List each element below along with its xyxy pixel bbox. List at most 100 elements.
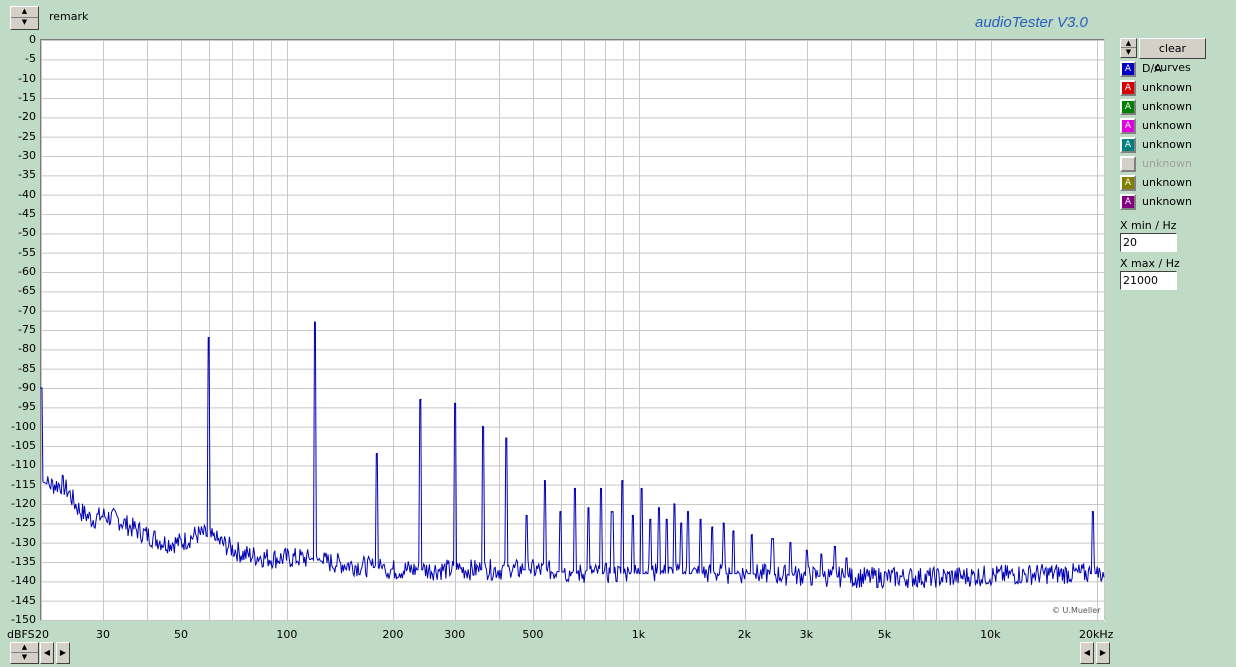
curve-color-swatch[interactable]: A [1120, 194, 1136, 210]
curve-color-swatch[interactable]: A [1120, 61, 1136, 77]
x-min-input[interactable]: 20 [1120, 233, 1177, 252]
harmonic-peak-point [732, 530, 735, 532]
y-tick-label: -55 [18, 245, 36, 259]
y-tick-label: -15 [18, 91, 36, 104]
x-tick-label: 50 [174, 628, 188, 641]
y-tick-label: -70 [18, 303, 36, 317]
y-tick-label: -145 [11, 593, 36, 607]
y-tick-label: -30 [18, 149, 36, 162]
up-arrow-icon[interactable]: ▲ [11, 643, 38, 653]
x-tick-label: 2k [737, 628, 752, 641]
x-min-label: X min / Hz [1120, 219, 1177, 232]
y-tick-label: -110 [11, 458, 36, 472]
harmonic-peak-point [574, 487, 577, 490]
x-tick-label: 1k [631, 628, 646, 641]
curve-color-swatch[interactable]: A [1120, 137, 1136, 153]
up-arrow-icon[interactable]: ▲ [1121, 39, 1136, 48]
harmonic-peak-point [649, 518, 652, 521]
harmonic-peak-point [600, 487, 602, 490]
legend-label: unknown [1142, 157, 1192, 170]
y-tick-label: -40 [18, 187, 36, 201]
left-arrow-icon[interactable]: ◀ [1080, 642, 1094, 664]
harmonic-peak-point [481, 425, 484, 428]
curve-color-swatch[interactable]: A [1120, 80, 1136, 96]
right-arrow-icon[interactable]: ▶ [1096, 642, 1110, 664]
down-arrow-icon[interactable]: ▼ [11, 653, 38, 663]
harmonic-peak-point [611, 510, 613, 513]
harmonic-peak-point [711, 526, 714, 528]
y-tick-label: -65 [18, 284, 36, 298]
harmonic-peak-point [543, 480, 546, 482]
y-tick-label: -125 [11, 516, 36, 530]
harmonic-peak-point [658, 507, 660, 509]
y-tick-label: -50 [18, 226, 36, 240]
legend-label: unknown [1142, 176, 1192, 189]
y-tick-label: -100 [11, 419, 36, 433]
curve-color-swatch[interactable]: A [1120, 175, 1136, 191]
spectrum-chart [40, 40, 1105, 621]
x-tick-label: 20 [35, 628, 49, 641]
legend-label: unknown [1142, 81, 1192, 94]
curve-color-swatch[interactable] [1120, 156, 1136, 172]
harmonic-peak-point [40, 387, 42, 389]
harmonic-peak-point [680, 522, 683, 525]
left-arrow-icon[interactable]: ◀ [40, 642, 54, 664]
y-tick-label: 0 [29, 33, 36, 46]
harmonic-peak-point [208, 336, 210, 339]
legend-label: unknown [1142, 100, 1192, 113]
harmonic-peak-point [673, 503, 675, 505]
harmonic-peak-point [375, 452, 378, 455]
x-tick-label: 3k [799, 628, 814, 641]
y-tick-label: -35 [18, 168, 36, 182]
harmonic-peak-point [665, 518, 668, 521]
curve-spinner[interactable]: ▲ ▼ [1120, 38, 1137, 58]
y-tick-label: -60 [18, 265, 36, 278]
credit-text: © U.Mueller [1052, 606, 1101, 615]
y-scale-spinner[interactable]: ▲ ▼ [10, 642, 39, 664]
y-tick-label: -150 [11, 613, 36, 626]
legend-label: D/A [1142, 62, 1162, 75]
harmonic-peak-point [631, 514, 634, 517]
harmonic-peak-point [1091, 510, 1094, 513]
x-tick-label: 30 [95, 628, 110, 641]
legend-label: unknown [1142, 195, 1192, 208]
harmonic-peak-point [621, 480, 624, 482]
harmonic-peak-point [587, 507, 590, 509]
y-tick-label: -85 [18, 361, 36, 375]
y-tick-label: -135 [11, 555, 36, 568]
x-tick-label: 20kHz [1079, 628, 1114, 641]
harmonic-peak-point [699, 518, 702, 521]
y-tick-label: -75 [18, 323, 36, 336]
y-tick-label: -80 [18, 342, 36, 356]
clear-curves-button[interactable]: clear curves [1139, 38, 1206, 74]
harmonic-peak-point [820, 553, 823, 556]
harmonic-peak-point [845, 557, 848, 559]
y-tick-label: -5 [25, 52, 36, 66]
x-tick-label: 500 [522, 628, 544, 641]
harmonic-peak-point [722, 522, 725, 525]
down-arrow-icon[interactable]: ▼ [1121, 48, 1136, 57]
harmonic-peak-point [313, 321, 316, 324]
harmonic-peak-point [454, 402, 456, 405]
y-tick-label: -20 [18, 110, 36, 124]
x-tick-label: 10k [980, 628, 1001, 641]
x-tick-label: 200 [382, 628, 404, 641]
x-tick-label: 300 [444, 628, 466, 641]
legend-label: unknown [1142, 138, 1192, 151]
y-tick-label: -120 [11, 497, 36, 510]
y-tick-label: -105 [11, 439, 36, 452]
y-tick-label: -130 [11, 535, 36, 549]
harmonic-peak-point [771, 538, 774, 540]
harmonic-peak-point [525, 514, 528, 517]
y-tick-label: -25 [18, 129, 36, 143]
right-arrow-icon[interactable]: ▶ [56, 642, 70, 664]
curve-color-swatch[interactable]: A [1120, 99, 1136, 115]
y-tick-label: -90 [18, 381, 36, 394]
harmonic-peak-point [751, 534, 753, 536]
legend-label: unknown [1142, 119, 1192, 132]
x-max-input[interactable]: 21000 [1120, 271, 1177, 290]
harmonic-peak-point [559, 510, 562, 513]
harmonic-peak-point [505, 437, 508, 440]
y-tick-label: -45 [18, 207, 36, 220]
curve-color-swatch[interactable]: A [1120, 118, 1136, 134]
